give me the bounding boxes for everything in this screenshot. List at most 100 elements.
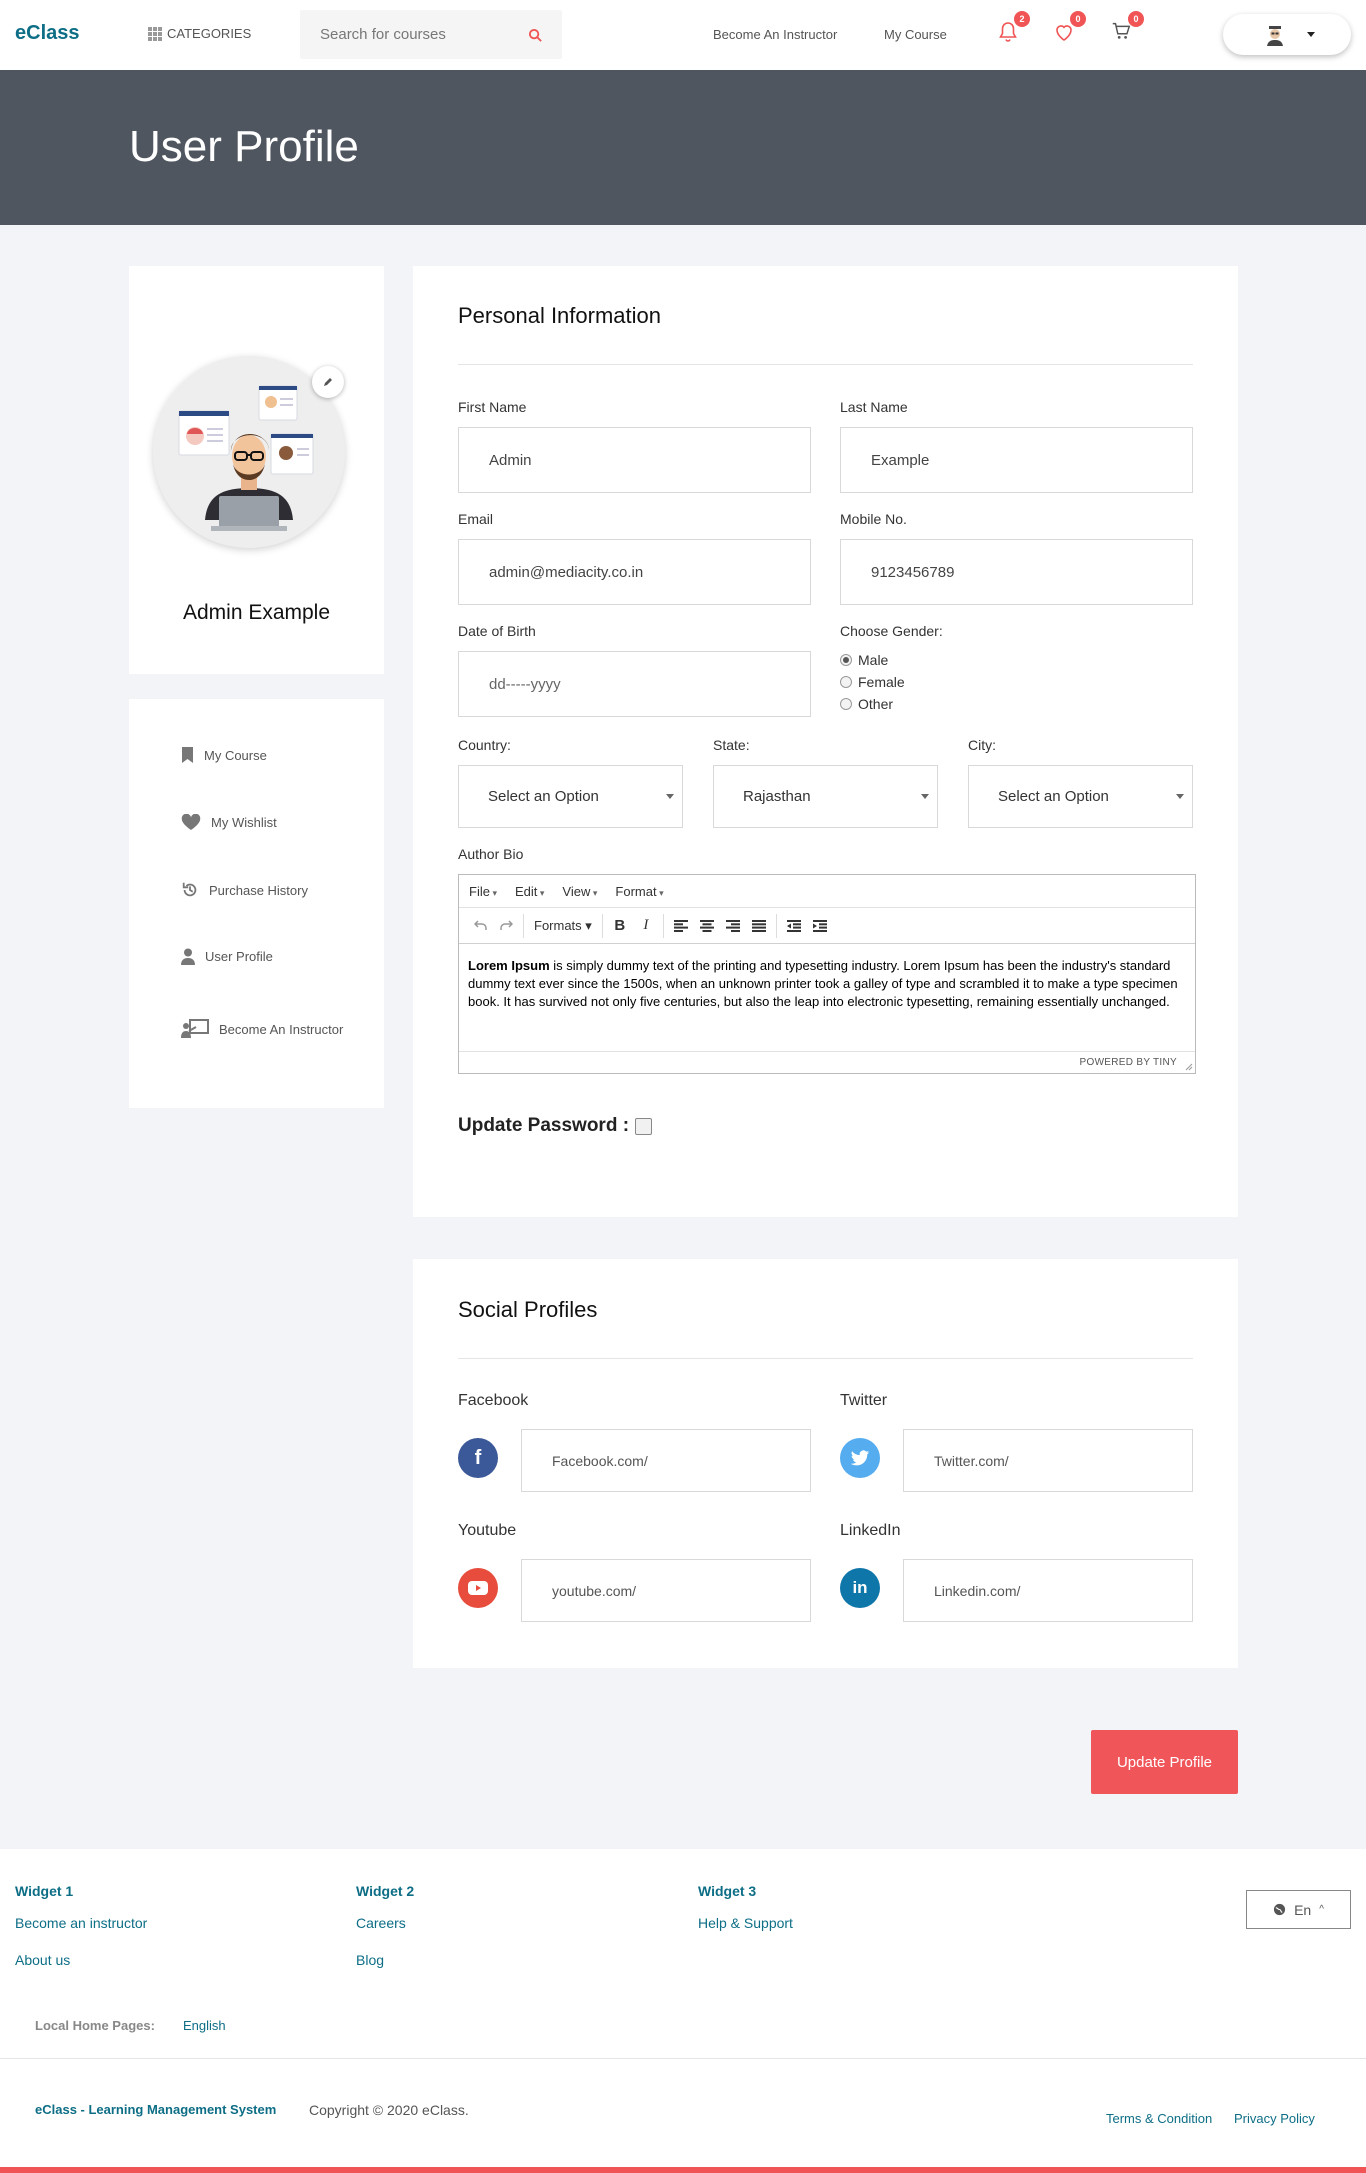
footer-link-careers[interactable]: Careers [356, 1915, 406, 1931]
section-title: Personal Information [458, 303, 661, 328]
undo-icon[interactable] [467, 914, 493, 938]
footer-link-help-support[interactable]: Help & Support [698, 1915, 793, 1931]
align-justify-icon[interactable] [746, 914, 772, 938]
mobile-field[interactable]: 9123456789 [840, 539, 1193, 605]
sidebar-item-become-instructor[interactable]: Become An Instructor [181, 1019, 343, 1039]
user-menu-button[interactable] [1223, 14, 1351, 55]
sidebar-item-my-wishlist[interactable]: My Wishlist [181, 814, 277, 831]
cart-button[interactable]: 0 [1110, 11, 1144, 48]
mobile-label: Mobile No. [840, 511, 907, 527]
editor-menubar: File Edit View Format [459, 875, 1195, 908]
email-field[interactable]: admin@mediacity.co.in [458, 539, 811, 605]
gender-female-radio[interactable]: Female [840, 674, 905, 690]
page-banner: User Profile [0, 70, 1366, 225]
content-text: is simply dummy text of the printing and… [468, 958, 1178, 1009]
italic-icon[interactable]: I [633, 914, 659, 938]
city-select[interactable]: Select an Option [968, 765, 1193, 828]
gender-male-radio[interactable]: Male [840, 652, 888, 668]
update-password-checkbox[interactable] [635, 1117, 653, 1135]
dob-field[interactable]: dd-----yyyy [458, 651, 811, 717]
first-name-field[interactable]: Admin [458, 427, 811, 493]
editor-toolbar: Formats ▾ B I [459, 908, 1195, 944]
chevron-down-icon [1307, 32, 1315, 37]
footer-link-become-instructor[interactable]: Become an instructor [15, 1915, 147, 1931]
privacy-link[interactable]: Privacy Policy [1234, 2111, 1315, 2126]
last-name-label: Last Name [840, 399, 908, 415]
categories-label: CATEGORIES [167, 26, 252, 41]
radio-label: Male [858, 652, 889, 668]
last-name-field[interactable]: Example [840, 427, 1193, 493]
notifications-badge: 2 [1014, 11, 1030, 27]
sidebar-item-user-profile[interactable]: User Profile [181, 948, 273, 965]
toolbar-divider [601, 913, 603, 938]
content-bold-text: Lorem Ipsum [468, 958, 550, 973]
editor-menu-view[interactable]: View [562, 884, 597, 899]
heart-icon [181, 814, 201, 830]
footer-link-about-us[interactable]: About us [15, 1952, 70, 1968]
radio-dot [840, 654, 852, 666]
author-bio-label: Author Bio [458, 846, 524, 862]
align-left-icon[interactable] [668, 914, 694, 938]
linkedin-input[interactable]: Linkedin.com/ [903, 1559, 1193, 1622]
youtube-icon [458, 1568, 498, 1608]
become-instructor-link[interactable]: Become An Instructor [713, 27, 837, 42]
widget2-title: Widget 2 [356, 1883, 415, 1899]
resize-handle-icon[interactable] [1185, 1063, 1193, 1071]
sidebar-item-label: Become An Instructor [219, 1021, 344, 1037]
align-right-icon[interactable] [720, 914, 746, 938]
update-profile-button[interactable]: Update Profile [1091, 1730, 1238, 1794]
sidebar-item-label: My Course [204, 747, 267, 763]
select-value: Select an Option [998, 788, 1109, 805]
update-password-label: Update Password : [458, 1115, 630, 1136]
formats-dropdown[interactable]: Formats ▾ [528, 918, 598, 934]
sidebar-item-label: Purchase History [209, 882, 308, 898]
language-label: En [1294, 1901, 1312, 1918]
local-pages-english-link[interactable]: English [183, 2018, 226, 2033]
redo-icon[interactable] [493, 914, 519, 938]
editor-menu-edit[interactable]: Edit [515, 884, 544, 899]
categories-menu[interactable]: CATEGORIES [148, 26, 251, 41]
profile-card: Admin Example [129, 266, 384, 674]
wishlist-button[interactable]: 0 [1052, 11, 1086, 48]
gender-other-radio[interactable]: Other [840, 696, 893, 712]
history-icon [182, 882, 197, 897]
search-box [300, 10, 562, 59]
terms-link[interactable]: Terms & Condition [1106, 2111, 1212, 2126]
sidebar-item-purchase-history[interactable]: Purchase History [181, 881, 308, 899]
my-course-link[interactable]: My Course [884, 27, 947, 42]
outdent-icon[interactable] [781, 914, 807, 938]
twitter-label: Twitter [840, 1392, 888, 1409]
editor-menu-file[interactable]: File [469, 884, 497, 899]
facebook-input[interactable]: Facebook.com/ [521, 1429, 811, 1492]
search-icon[interactable] [528, 28, 543, 48]
country-select[interactable]: Select an Option [458, 765, 683, 828]
editor-statusbar: POWERED BY TINY [459, 1051, 1195, 1073]
site-logo[interactable]: eClass [15, 22, 80, 45]
search-input[interactable] [300, 10, 530, 59]
youtube-input[interactable]: youtube.com/ [521, 1559, 811, 1622]
twitter-input[interactable]: Twitter.com/ [903, 1429, 1193, 1492]
user-avatar-icon [1267, 26, 1283, 46]
notifications-button[interactable]: 2 [996, 11, 1030, 48]
state-select[interactable]: Rajasthan [713, 765, 938, 828]
sidebar-item-label: User Profile [205, 949, 273, 964]
select-value: Rajasthan [743, 788, 811, 805]
indent-icon[interactable] [807, 914, 833, 938]
edit-avatar-button[interactable] [312, 366, 344, 398]
caret-down-icon [666, 794, 674, 799]
editor-menu-format[interactable]: Format [615, 884, 663, 899]
sidebar-item-my-course[interactable]: My Course [181, 747, 267, 763]
bold-icon[interactable]: B [607, 914, 633, 938]
editor-content[interactable]: Lorem Ipsum is simply dummy text of the … [468, 957, 1188, 1011]
first-name-label: First Name [458, 399, 527, 415]
radio-dot [840, 698, 852, 710]
radio-dot [840, 676, 852, 688]
footer-brand: eClass - Learning Management System [35, 2102, 277, 2117]
youtube-label: Youtube [458, 1522, 517, 1539]
bookmark-icon [182, 747, 193, 763]
language-selector[interactable]: En ^ [1246, 1890, 1351, 1929]
country-label: Country: [458, 737, 511, 753]
footer-link-blog[interactable]: Blog [356, 1952, 384, 1968]
toolbar-divider [775, 913, 777, 938]
align-center-icon[interactable] [694, 914, 720, 938]
